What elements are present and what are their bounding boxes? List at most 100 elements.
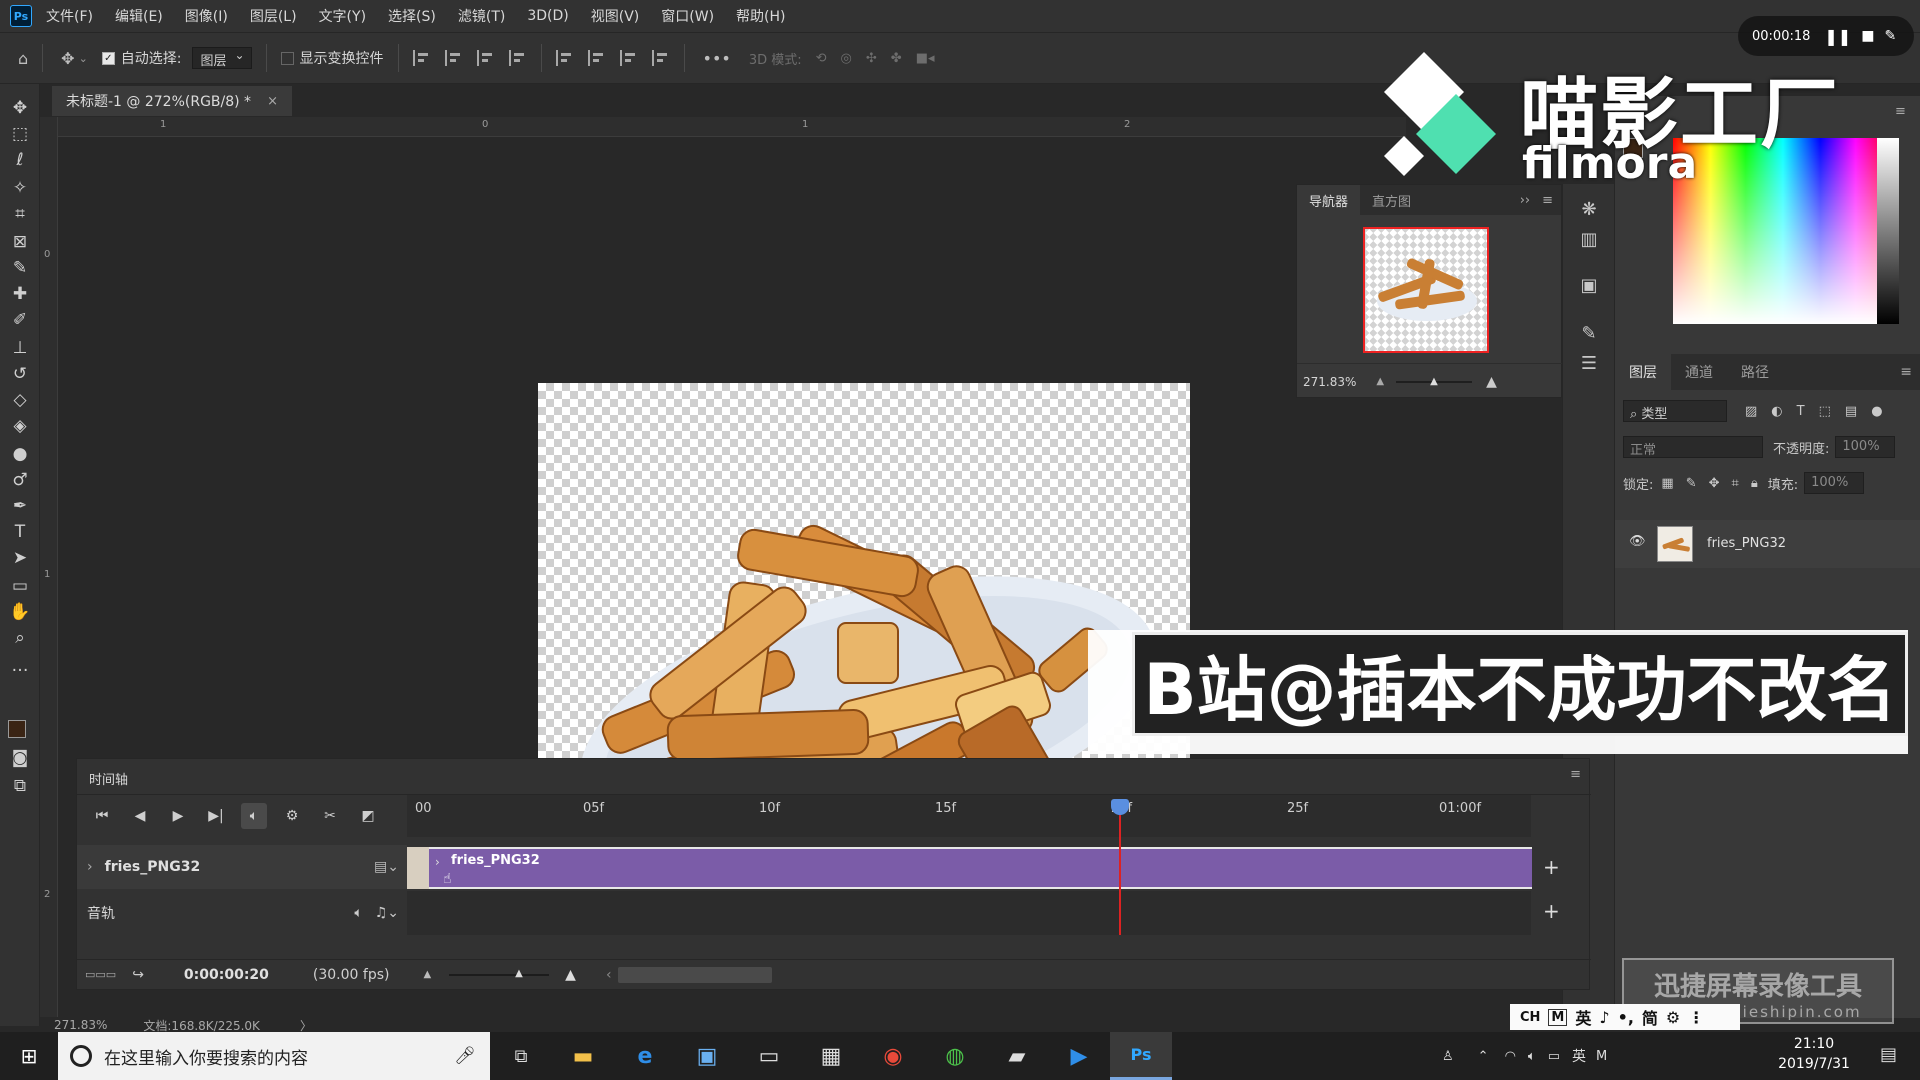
- rectangle-tool-icon[interactable]: ▭: [8, 574, 32, 598]
- clone-stamp-icon[interactable]: ⊥: [8, 336, 32, 360]
- paint-bucket-icon[interactable]: ◈: [8, 414, 32, 438]
- auto-select-checkbox[interactable]: ✓: [101, 51, 115, 65]
- lock-pixels-icon[interactable]: ▦: [1661, 476, 1673, 491]
- align-horizontal-icon[interactable]: [508, 50, 527, 66]
- system-clock[interactable]: 21:10 2019/7/31: [1766, 1034, 1862, 1078]
- expand-icon[interactable]: ››: [1520, 193, 1530, 208]
- lock-all-icon[interactable]: 🔒︎: [1751, 476, 1758, 491]
- timeline-zoom-slider[interactable]: ▲: [449, 968, 550, 979]
- add-media-icon[interactable]: +: [1543, 855, 1560, 879]
- timeline-settings-icon[interactable]: ⚙: [279, 803, 305, 829]
- lasso-tool-icon[interactable]: ℓ: [8, 148, 32, 172]
- menu-select[interactable]: 选择(S): [388, 6, 436, 26]
- zoom-out-timeline-icon[interactable]: ▲: [423, 969, 431, 980]
- filter-toggle-icon[interactable]: ●: [1871, 404, 1882, 419]
- 3d-pan-icon[interactable]: ✣: [866, 51, 877, 66]
- hand-tool-icon[interactable]: ✋: [8, 600, 32, 624]
- history-brush-icon[interactable]: ↺: [8, 362, 32, 386]
- calculator-icon[interactable]: ▦: [800, 1032, 862, 1080]
- brush-tool-icon[interactable]: ✐: [8, 308, 32, 332]
- video-clip[interactable]: › fries_PNG32 ☝: [429, 847, 1532, 889]
- ime-settings[interactable]: ⚙: [1666, 1008, 1680, 1027]
- foreground-color-swatch[interactable]: [8, 720, 26, 738]
- timeline-scrollbar[interactable]: [617, 966, 772, 983]
- ime-halfwidth[interactable]: ♪: [1599, 1008, 1609, 1027]
- taskbar-search[interactable]: 在这里输入你要搜索的内容 🎤︎: [58, 1032, 490, 1080]
- filter-smart-icon[interactable]: ▤: [1845, 404, 1857, 419]
- panel-menu-icon[interactable]: ≡: [1570, 767, 1581, 782]
- align-center-icon[interactable]: [444, 50, 463, 66]
- menu-image[interactable]: 图像(I): [185, 6, 228, 26]
- ime-lang[interactable]: 英: [1575, 1005, 1591, 1029]
- chevron-right-icon[interactable]: ›: [435, 855, 440, 869]
- fill-input[interactable]: 100%: [1804, 472, 1865, 494]
- chrome-icon[interactable]: ◉: [862, 1032, 924, 1080]
- timeline-ruler[interactable]: 00 05f 10f 15f 20f 25f 01:00f: [407, 795, 1531, 837]
- wechat-icon[interactable]: ◍: [924, 1032, 986, 1080]
- align-bottom-icon[interactable]: [619, 50, 638, 66]
- edge-browser-icon[interactable]: e: [614, 1032, 676, 1080]
- layer-item[interactable]: 👁︎ fries_PNG32: [1615, 520, 1920, 568]
- magic-wand-icon[interactable]: ✧: [8, 176, 32, 200]
- slider-handle-icon[interactable]: ▲: [1430, 376, 1438, 387]
- terminal-icon[interactable]: ▭: [738, 1032, 800, 1080]
- document-tab[interactable]: 未标题-1 @ 272%(RGB/8) * ×: [52, 86, 292, 116]
- quick-mask-icon[interactable]: ◙: [8, 746, 32, 770]
- audio-lane[interactable]: [407, 891, 1531, 935]
- close-icon[interactable]: ×: [267, 94, 278, 109]
- menu-layer[interactable]: 图层(L): [250, 6, 297, 26]
- notification-icon[interactable]: ▤: [1880, 1044, 1897, 1065]
- volume-icon[interactable]: 🔈︎: [1528, 1049, 1536, 1064]
- status-arrow-icon[interactable]: 〉: [300, 1017, 312, 1034]
- align-left-icon[interactable]: [412, 50, 431, 66]
- play-icon[interactable]: ▶: [165, 803, 191, 829]
- more-tools-icon[interactable]: …: [8, 654, 32, 678]
- lock-artboard-icon[interactable]: ⌗: [1732, 476, 1739, 491]
- 3d-orbit-icon[interactable]: ⟲: [816, 51, 827, 66]
- eyedropper-icon[interactable]: ✎: [8, 256, 32, 280]
- ime-ch[interactable]: CH: [1520, 1010, 1540, 1025]
- status-zoom[interactable]: 271.83%: [54, 1018, 107, 1032]
- menu-edit[interactable]: 编辑(E): [115, 6, 163, 26]
- layer-filter-dropdown[interactable]: ⌕ 类型: [1623, 400, 1727, 422]
- audio-toggle-icon[interactable]: 🔈︎: [241, 803, 267, 829]
- eraser-tool-icon[interactable]: ◇: [8, 388, 32, 412]
- crop-tool-icon[interactable]: ⌗: [8, 202, 32, 226]
- blur-tool-icon[interactable]: ●: [8, 442, 32, 466]
- path-selection-icon[interactable]: ➤: [8, 546, 32, 570]
- speaker-icon[interactable]: 🔈︎: [354, 905, 362, 921]
- ime-m-icon[interactable]: M: [1596, 1049, 1607, 1064]
- zoom-tool-icon[interactable]: ⌕: [8, 626, 32, 650]
- slider-handle-icon[interactable]: ▲: [515, 968, 523, 979]
- input-language[interactable]: 英: [1572, 1046, 1586, 1066]
- marquee-tool-icon[interactable]: ⬚: [8, 122, 32, 146]
- more-options-icon[interactable]: •••: [703, 49, 731, 68]
- 3d-roll-icon[interactable]: ◎: [841, 51, 852, 66]
- move-tool-icon[interactable]: ✥: [61, 49, 74, 68]
- distribute-icon[interactable]: [651, 50, 670, 66]
- zoom-in-icon[interactable]: ▲: [1486, 374, 1497, 390]
- brushes-icon[interactable]: ▥: [1576, 226, 1602, 252]
- show-transform-checkbox[interactable]: [280, 51, 294, 65]
- video-track-header[interactable]: › fries_PNG32 ▤⌄: [77, 845, 407, 889]
- tab-navigator[interactable]: 导航器: [1297, 185, 1361, 215]
- panel-menu-icon[interactable]: ≡: [1895, 104, 1906, 119]
- align-right-icon[interactable]: [476, 50, 495, 66]
- microphone-icon[interactable]: 🎤︎: [454, 1046, 476, 1066]
- adjust-brush-icon[interactable]: ✎: [1576, 320, 1602, 346]
- menu-filter[interactable]: 滤镜(T): [458, 6, 505, 26]
- pen-icon[interactable]: ✎: [1884, 28, 1896, 44]
- navigator-zoom-value[interactable]: 271.83%: [1303, 375, 1356, 389]
- task-view-icon[interactable]: ⧉: [490, 1032, 552, 1080]
- ime-more[interactable]: ⋮: [1688, 1008, 1704, 1027]
- blend-mode-dropdown[interactable]: 正常: [1623, 436, 1763, 458]
- music-note-icon[interactable]: ♫⌄: [375, 905, 399, 921]
- ime-simplified[interactable]: 简: [1642, 1005, 1658, 1029]
- display-icon[interactable]: ▭: [1548, 1049, 1560, 1064]
- 3d-scale-icon[interactable]: ■◂: [916, 51, 935, 66]
- menu-help[interactable]: 帮助(H): [736, 6, 785, 26]
- menu-view[interactable]: 视图(V): [591, 6, 640, 26]
- move-tool-icon[interactable]: ✥: [8, 96, 32, 120]
- ime-mode[interactable]: M: [1548, 1008, 1568, 1026]
- opacity-input[interactable]: 100%: [1835, 436, 1896, 458]
